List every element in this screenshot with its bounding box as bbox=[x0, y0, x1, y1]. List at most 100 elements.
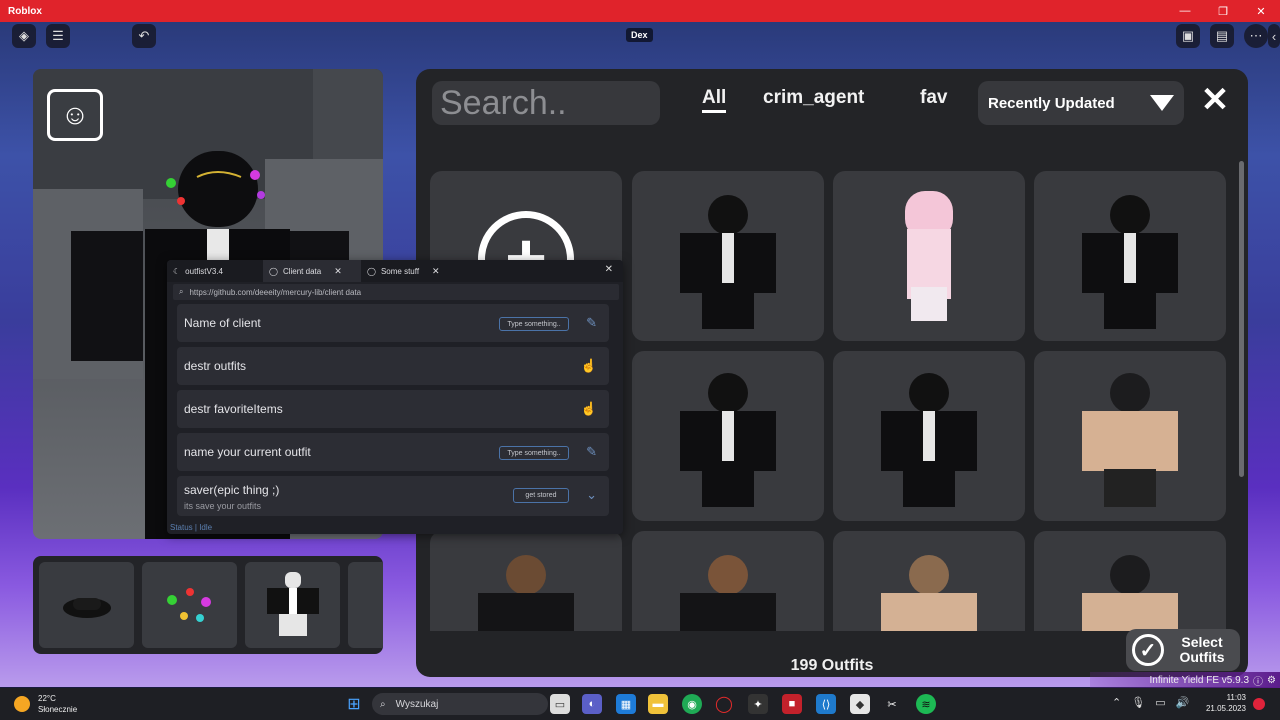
accessory-cap[interactable] bbox=[39, 562, 134, 648]
sort-dropdown[interactable]: Recently Updated bbox=[978, 81, 1184, 125]
outfit-tile[interactable] bbox=[1034, 351, 1226, 521]
accessory-partial[interactable] bbox=[348, 562, 383, 648]
vscode-icon[interactable]: ⟨⟩ bbox=[816, 694, 836, 714]
textbox-name-of-client[interactable]: Name of client Type something.. ✎ bbox=[177, 304, 609, 342]
close-window-button[interactable]: ✕ bbox=[1242, 0, 1280, 22]
accessories-strip[interactable] bbox=[33, 556, 383, 654]
undo-icon[interactable]: ↶ bbox=[132, 24, 156, 48]
outfit-tile[interactable] bbox=[430, 531, 622, 631]
outfit-figure bbox=[881, 373, 977, 513]
select-outfits-label: Select Outfits bbox=[1170, 635, 1234, 665]
roblox-icon[interactable]: ◆ bbox=[850, 694, 870, 714]
outfit-tile[interactable] bbox=[833, 171, 1025, 341]
infinite-yield-watermark: Infinite Yield FE v5.9.3 ⓘ ⚙ bbox=[1090, 672, 1280, 688]
outfit-figure bbox=[881, 191, 977, 331]
tab-crim-agent[interactable]: crim_agent bbox=[763, 87, 864, 109]
select-label-line1: Select bbox=[1181, 634, 1223, 650]
game-icon[interactable]: ■ bbox=[782, 694, 802, 714]
text-input[interactable]: Type something.. bbox=[499, 446, 569, 460]
chat-icon[interactable]: ☰ bbox=[46, 24, 70, 48]
chat-app-icon[interactable]: ◐ bbox=[582, 694, 602, 714]
accessory-sparkles[interactable] bbox=[142, 562, 237, 648]
outfit-figure bbox=[1082, 555, 1178, 631]
more-options-icon[interactable]: ⋯ bbox=[1244, 24, 1268, 48]
weather-temp: 22°C bbox=[38, 694, 56, 703]
dropdown-saver[interactable]: saver(epic thing ;) its save your outfit… bbox=[177, 476, 609, 516]
select-outfits-button[interactable]: ✓ Select Outfits bbox=[1126, 629, 1240, 671]
volume-icon[interactable]: 🔊 bbox=[1176, 696, 1190, 709]
search-icon: ⌕ bbox=[380, 698, 386, 710]
network-icon[interactable]: ▭ bbox=[1155, 696, 1165, 709]
microphone-icon[interactable]: 🎙 bbox=[1131, 696, 1145, 709]
close-tab-icon[interactable]: ✕ bbox=[334, 266, 342, 277]
dex-button[interactable]: Dex bbox=[626, 28, 653, 42]
weather-text: 22°C Słonecznie bbox=[38, 693, 77, 715]
store-icon[interactable]: ▦ bbox=[616, 694, 636, 714]
gear-icon[interactable]: ⚙ bbox=[1267, 675, 1276, 686]
roblox-menu-icon[interactable]: ◈ bbox=[12, 24, 36, 48]
tab-fav[interactable]: fav bbox=[920, 87, 947, 109]
tab-client-data[interactable]: ◯ Client data ✕ bbox=[263, 260, 361, 282]
backpack-icon[interactable]: ▣ bbox=[1176, 24, 1200, 48]
windows-taskbar: 22°C Słonecznie ⊞ ⌕ Wyszukaj ▭ ◐ ▦ ▬ ◉ ◯… bbox=[0, 688, 1280, 720]
chrome-icon[interactable]: ◉ bbox=[682, 694, 702, 714]
outfit-tile[interactable] bbox=[632, 531, 824, 631]
circle-icon: ◯ bbox=[367, 266, 376, 276]
outfits-scrollbar[interactable] bbox=[1239, 161, 1244, 477]
textbox-name-current-outfit[interactable]: name your current outfit Type something.… bbox=[177, 433, 609, 471]
outfit-figure bbox=[680, 373, 776, 513]
tab-label: Some stuff bbox=[380, 266, 420, 276]
row-label-group: saver(epic thing ;) its save your outfit… bbox=[184, 481, 279, 511]
clock-date: 21.05.2023 bbox=[1205, 704, 1246, 713]
tab-outfits-v34[interactable]: ☾ outfistV3.4 bbox=[167, 260, 263, 282]
collapse-icon[interactable]: ‹ bbox=[1268, 24, 1280, 48]
get-stored-button[interactable]: get stored bbox=[513, 488, 569, 503]
clock[interactable]: 11:03 21.05.2023 bbox=[1194, 692, 1246, 714]
close-icon[interactable]: ✕ bbox=[605, 264, 613, 275]
weather-widget[interactable]: 22°C Słonecznie bbox=[14, 693, 77, 715]
tab-some-stuff[interactable]: ◯ Some stuff ✕ bbox=[361, 260, 457, 282]
info-icon[interactable]: ⓘ bbox=[1253, 673, 1263, 688]
window-title: Roblox bbox=[8, 5, 42, 17]
minimize-button[interactable]: — bbox=[1166, 0, 1204, 22]
close-tab-icon[interactable]: ✕ bbox=[432, 266, 440, 277]
close-icon[interactable]: ✕ bbox=[1198, 81, 1232, 119]
button-destr-favorite-items[interactable]: destr favoriteItems ☝ bbox=[177, 390, 609, 428]
row-label: Name of client bbox=[184, 316, 261, 330]
tab-all[interactable]: All bbox=[702, 87, 727, 113]
notification-icon[interactable] bbox=[1253, 698, 1265, 710]
chevron-down-icon[interactable]: ⌄ bbox=[586, 487, 597, 503]
maximize-button[interactable]: ❐ bbox=[1204, 0, 1242, 22]
pencil-icon: ✎ bbox=[586, 315, 597, 330]
chevron-up-icon[interactable]: ⌃ bbox=[1112, 696, 1121, 709]
mercury-tab-bar: ☾ outfistV3.4 ◯ Client data ✕ ◯ Some stu… bbox=[167, 260, 623, 282]
tool-icon[interactable]: ✦ bbox=[748, 694, 768, 714]
button-destr-outfits[interactable]: destr outfits ☝ bbox=[177, 347, 609, 385]
lock-icon[interactable]: ▤ bbox=[1210, 24, 1234, 48]
outfit-tile[interactable] bbox=[632, 351, 824, 521]
file-explorer-icon[interactable]: ▬ bbox=[648, 694, 668, 714]
start-windows-icon[interactable]: ⊞ bbox=[344, 694, 364, 714]
outfit-tile[interactable] bbox=[632, 171, 824, 341]
system-tray: ⌃ 🎙 ▭ 🔊 bbox=[1112, 696, 1189, 709]
task-view-icon[interactable]: ▭ bbox=[550, 694, 570, 714]
accessory-shirt[interactable] bbox=[245, 562, 340, 648]
circle-icon: ◯ bbox=[269, 266, 278, 276]
search-label: Wyszukaj bbox=[395, 698, 439, 710]
taskbar-search[interactable]: ⌕ Wyszukaj bbox=[372, 693, 548, 715]
outfit-tile[interactable] bbox=[1034, 171, 1226, 341]
opera-icon[interactable]: ◯ bbox=[714, 694, 734, 714]
capcut-icon[interactable]: ✂ bbox=[882, 694, 902, 714]
outfit-tile[interactable] bbox=[833, 531, 1025, 631]
tab-label: outfistV3.4 bbox=[185, 266, 223, 276]
avatar-accessory-sparkles bbox=[166, 170, 265, 205]
emote-button[interactable]: ☺ bbox=[47, 89, 103, 141]
spotify-icon[interactable]: ≋ bbox=[916, 694, 936, 714]
url-bar[interactable]: ⌕ https://github.com/deeeity/mercury-lib… bbox=[173, 284, 619, 300]
weather-desc: Słonecznie bbox=[38, 705, 78, 714]
cap-icon bbox=[62, 598, 111, 618]
search-input[interactable]: Search.. bbox=[432, 81, 660, 125]
text-input[interactable]: Type something.. bbox=[499, 317, 569, 331]
outfit-tile[interactable] bbox=[1034, 531, 1226, 631]
outfit-tile[interactable] bbox=[833, 351, 1025, 521]
